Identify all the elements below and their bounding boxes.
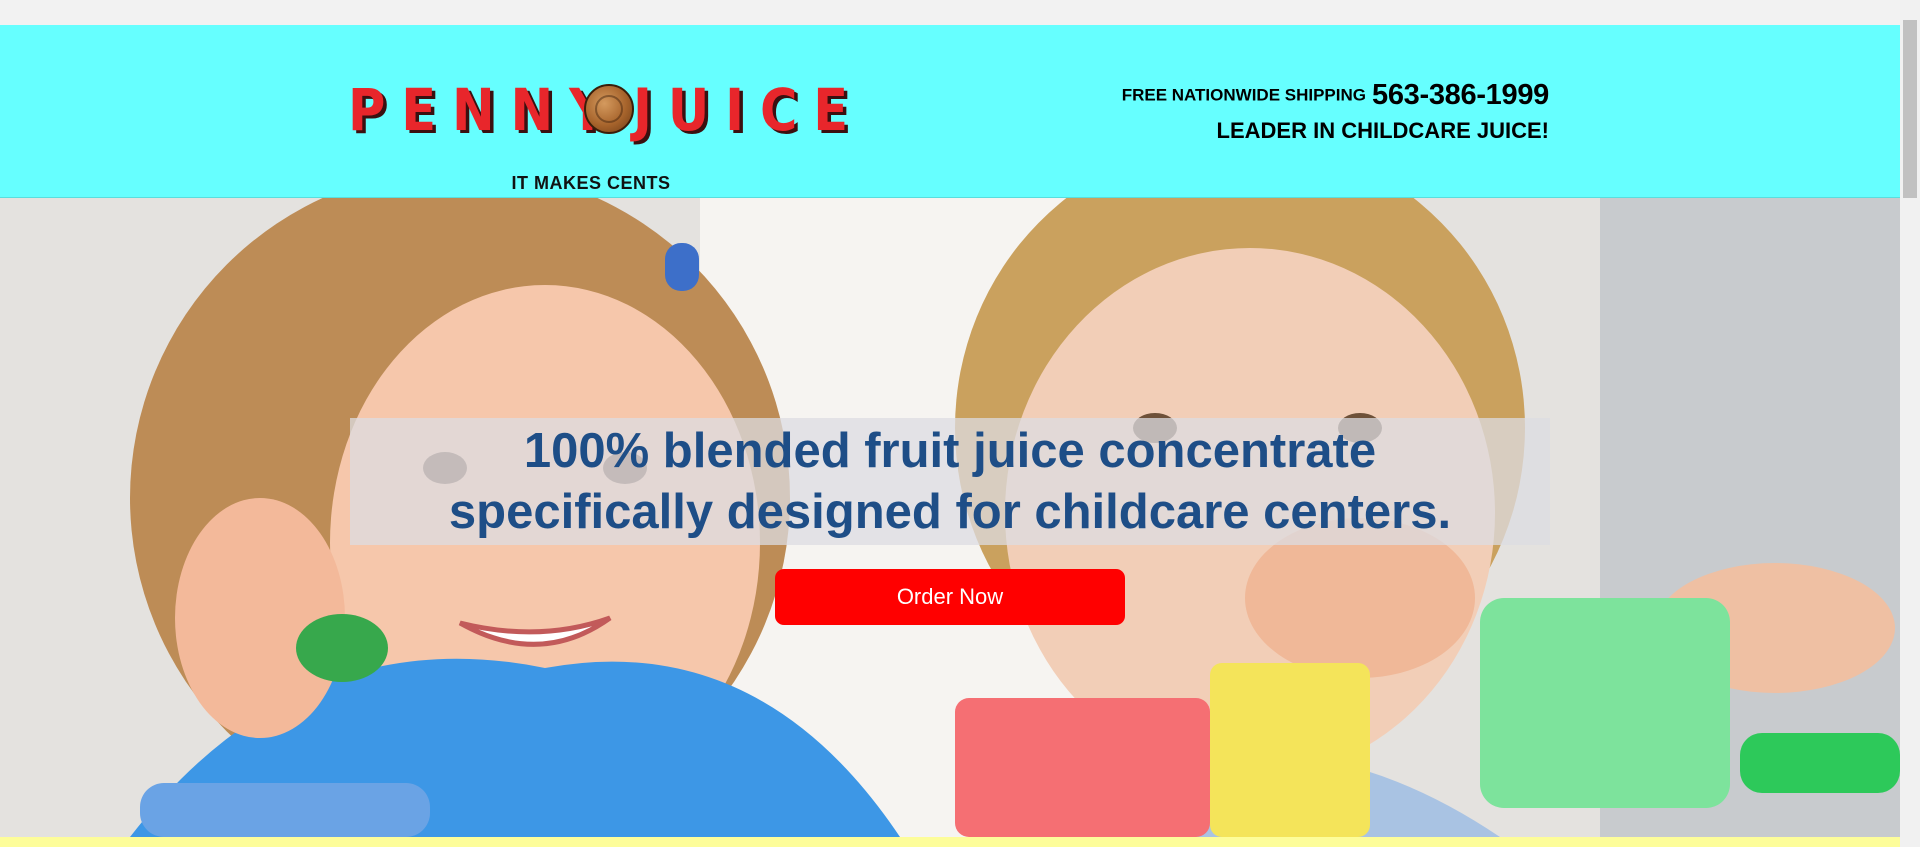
hero-headline: 100% blended fruit juice concentrate spe… (448, 423, 1452, 539)
headline-panel: 100% blended fruit juice concentrate spe… (350, 418, 1550, 545)
header-slogan: LEADER IN CHILDCARE JUICE! (1216, 118, 1549, 143)
shipping-row: FREE NATIONWIDE SHIPPING 563-386-1999 (1121, 79, 1550, 112)
logo-tagline: IT MAKES CENTS (511, 173, 671, 193)
phone-number[interactable]: 563-386-1999 (1372, 79, 1549, 111)
browser-top-strip (0, 0, 1900, 25)
next-section-edge (0, 837, 1900, 847)
penny-coin-icon (584, 84, 634, 134)
logo-word-penny: PENNY (348, 76, 622, 144)
site-header: PENNY JUICE IT MAKES CENTS FREE NATIONWI… (0, 25, 1900, 198)
scrollbar-thumb[interactable] (1903, 20, 1917, 198)
shipping-label: FREE NATIONWIDE SHIPPING (1121, 85, 1366, 105)
header-contact: FREE NATIONWIDE SHIPPING 563-386-1999 LEA… (1121, 79, 1550, 144)
hero-banner: 100% blended fruit juice concentrate spe… (0, 198, 1900, 837)
logo-word-juice: JUICE (633, 76, 864, 144)
order-now-button[interactable]: Order Now (775, 569, 1125, 625)
penny-juice-logo[interactable]: PENNY JUICE IT MAKES CENTS (348, 76, 848, 207)
